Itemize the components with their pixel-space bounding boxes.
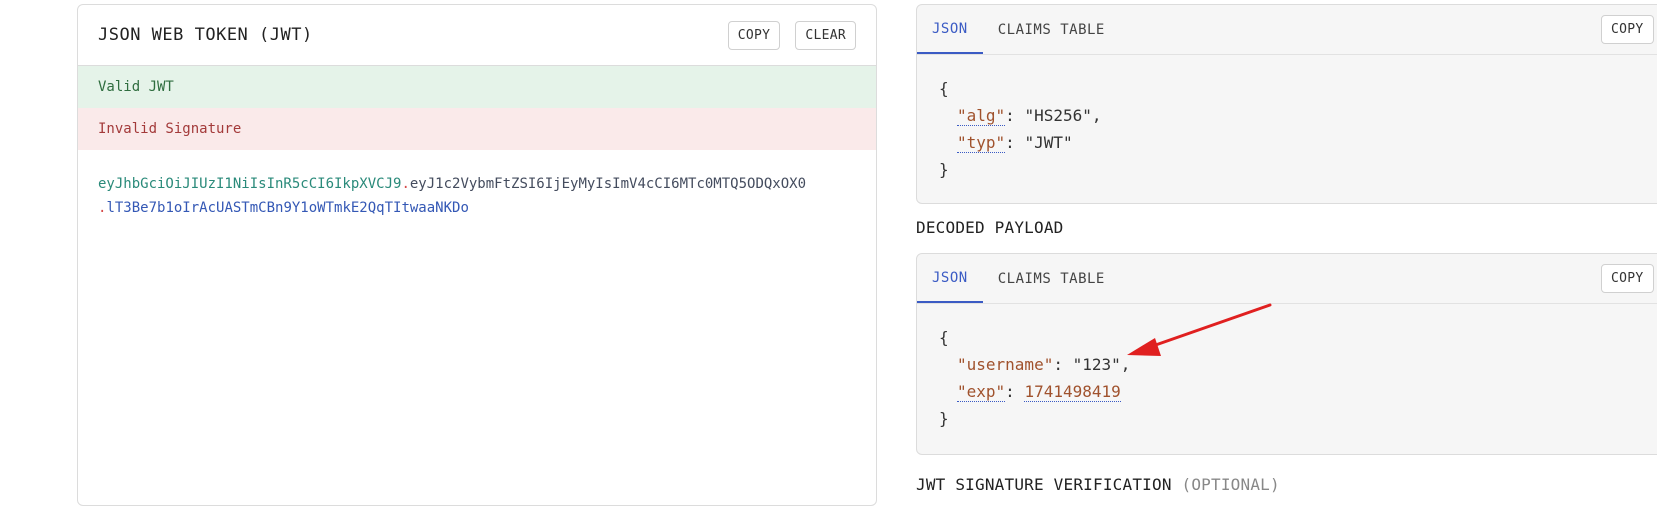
- username-value: "123": [1072, 355, 1121, 374]
- close-brace: }: [939, 409, 949, 428]
- exp-key[interactable]: "exp": [957, 382, 1006, 402]
- exp-line: "exp": 1741498419: [957, 382, 1121, 402]
- alg-line: "alg": "HS256",: [957, 106, 1102, 126]
- encoded-jwt-header: JSON WEB TOKEN (JWT) COPY CLEAR: [78, 5, 876, 66]
- decoded-header-tabs: JSON CLAIMS TABLE COPY: [917, 5, 1657, 55]
- tab-payload-claims-table[interactable]: CLAIMS TABLE: [983, 254, 1120, 303]
- decoded-header-json: { "alg": "HS256", "typ": "JWT" }: [917, 55, 1657, 193]
- open-brace: {: [939, 79, 949, 98]
- encoded-jwt-title: JSON WEB TOKEN (JWT): [98, 25, 313, 45]
- copy-jwt-button[interactable]: COPY: [727, 20, 781, 50]
- tab-payload-json[interactable]: JSON: [917, 254, 983, 303]
- decoded-header-card: JSON CLAIMS TABLE COPY { "alg": "HS256",…: [916, 4, 1657, 204]
- typ-key[interactable]: "typ": [957, 133, 1006, 153]
- valid-jwt-status: Valid JWT: [78, 66, 876, 108]
- tab-header-json[interactable]: JSON: [917, 5, 983, 54]
- tab-header-claims-table[interactable]: CLAIMS TABLE: [983, 5, 1120, 54]
- decoded-payload-tabs: JSON CLAIMS TABLE COPY: [917, 254, 1657, 304]
- alg-key[interactable]: "alg": [957, 106, 1006, 126]
- clear-jwt-button[interactable]: CLEAR: [795, 20, 856, 50]
- signature-status: Invalid Signature: [78, 108, 876, 150]
- encoded-jwt-actions: COPY CLEAR: [727, 20, 856, 50]
- open-brace: {: [939, 328, 949, 347]
- copy-payload-button[interactable]: COPY: [1601, 264, 1654, 293]
- token-header-segment: eyJhbGciOiJIUzI1NiIsInR5cCI6IkpXVCJ9: [98, 176, 402, 192]
- jwt-token-input[interactable]: eyJhbGciOiJIUzI1NiIsInR5cCI6IkpXVCJ9.eyJ…: [78, 150, 876, 220]
- decoded-payload-json: { "username": "123", "exp": 1741498419 }: [917, 304, 1657, 442]
- username-key[interactable]: "username": [957, 355, 1053, 374]
- token-signature-segment: lT3Be7b1oIrAcUASTmCBn9Y1oWTmkE2QqTItwaaN…: [106, 200, 469, 216]
- exp-value[interactable]: 1741498419: [1024, 382, 1121, 402]
- annotation-arrow-icon: [1127, 303, 1272, 356]
- alg-value: "HS256": [1024, 106, 1092, 125]
- typ-value: "JWT": [1024, 133, 1073, 152]
- close-brace: }: [939, 160, 949, 179]
- encoded-jwt-panel: JSON WEB TOKEN (JWT) COPY CLEAR Valid JW…: [77, 4, 877, 506]
- copy-header-button[interactable]: COPY: [1601, 15, 1654, 44]
- decoded-payload-card: JSON CLAIMS TABLE COPY { "username": "12…: [916, 253, 1657, 455]
- token-payload-segment: eyJ1c2VybmFtZSI6IjEyMyIsImV4cCI6MTc0MTQ5…: [409, 176, 807, 192]
- typ-line: "typ": "JWT": [957, 133, 1073, 153]
- username-line: "username": "123",: [957, 355, 1131, 374]
- decoded-payload-title: DECODED PAYLOAD: [916, 218, 1064, 237]
- token-dot: .: [401, 176, 410, 192]
